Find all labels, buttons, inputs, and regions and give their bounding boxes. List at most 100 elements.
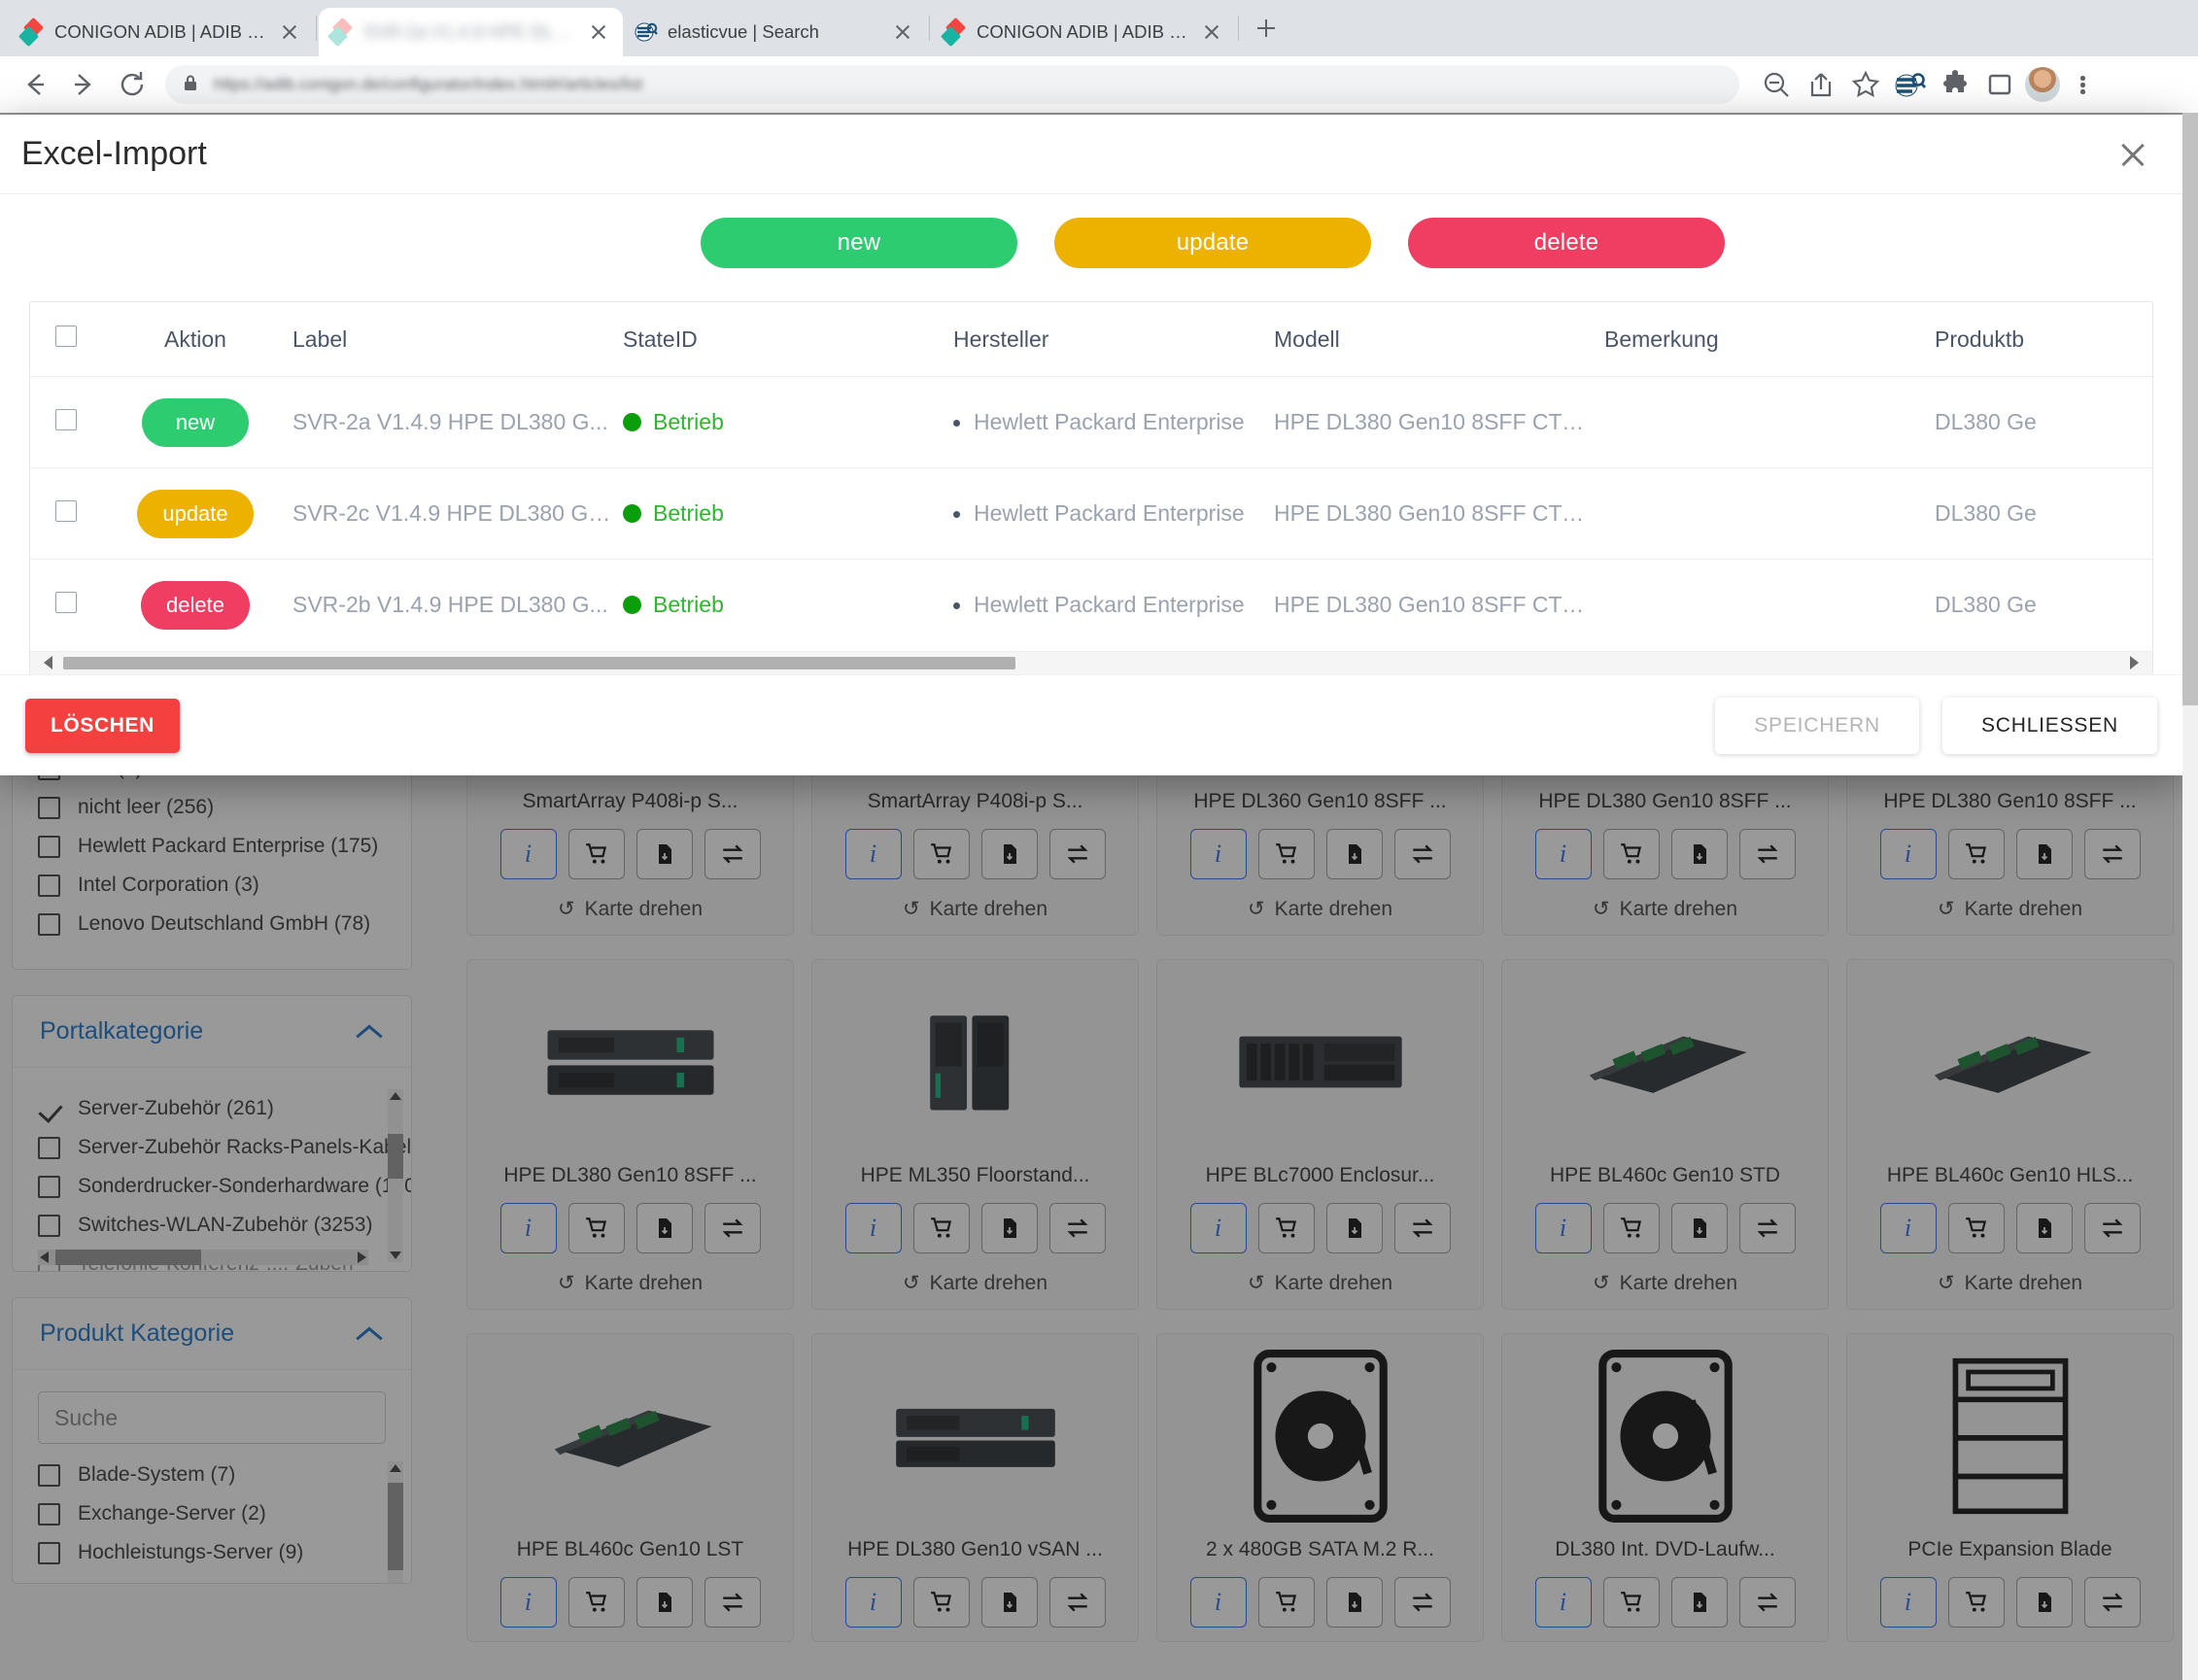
row-modell-cell: HPE DL380 Gen10 8SFF CTO S [1274, 377, 1604, 468]
row-modell-text: HPE DL380 Gen10 8SFF CTO S [1274, 409, 1604, 435]
import-preview-table: Aktion Label StateID Hersteller Modell B… [29, 301, 2153, 674]
dialog-footer-actions: SPEICHERN SCHLIESSEN [1715, 698, 2157, 754]
row-checkbox[interactable] [55, 500, 77, 522]
row-bemerkung-cell [1604, 468, 1935, 560]
column-header-aktion[interactable]: Aktion [98, 302, 292, 377]
address-bar[interactable]: https://adib.conigon.de/configurator/ind… [165, 65, 1739, 104]
dialog-footer: LÖSCHEN SPEICHERN SCHLIESSEN [0, 674, 2182, 775]
scroll-left-arrow-icon[interactable] [44, 656, 52, 669]
column-header-stateid[interactable]: StateID [623, 302, 953, 377]
tab-separator [1238, 16, 1239, 41]
row-label-cell: SVR-2a V1.4.9 HPE DL380 G... [292, 377, 623, 468]
browser-tab-4-close-icon[interactable] [1199, 19, 1224, 45]
browser-tab-1-title: CONIGON ADIB | ADIB Config [54, 21, 267, 43]
close-icon[interactable] [2105, 126, 2161, 183]
browser-tab-3[interactable]: elasticvue | Search [623, 8, 927, 56]
row-hersteller-text: Hewlett Packard Enterprise [974, 409, 1245, 434]
row-label-cell: SVR-2b V1.4.9 HPE DL380 G... [292, 560, 623, 651]
row-produkt-cell: DL380 Ge [1935, 468, 2152, 560]
side-panel-icon[interactable] [1980, 65, 2019, 104]
row-action-cell: update [98, 468, 292, 560]
row-action-badge[interactable]: new [142, 398, 249, 447]
elasticvue-favicon-icon [635, 20, 658, 44]
dialog-body: new update delete Aktion Label StateID H… [0, 194, 2182, 674]
new-tab-button[interactable] [1247, 9, 1286, 48]
conigon-favicon-icon [944, 20, 967, 44]
browser-tab-4-title: CONIGON ADIB | ADIB Config [977, 21, 1189, 43]
bullet-icon [953, 420, 960, 427]
browser-tab-4[interactable]: CONIGON ADIB | ADIB Config [932, 8, 1236, 56]
row-label-text: SVR-2a V1.4.9 HPE DL380 G... [292, 409, 623, 435]
row-label-cell: SVR-2c V1.4.9 HPE DL380 Ge... [292, 468, 623, 560]
row-hersteller-text: Hewlett Packard Enterprise [974, 500, 1245, 526]
column-header-modell[interactable]: Modell [1274, 302, 1604, 377]
column-header-hersteller[interactable]: Hersteller [953, 302, 1274, 377]
row-select-cell [30, 377, 98, 468]
forward-icon[interactable] [62, 63, 105, 106]
row-modell-text: HPE DL380 Gen10 8SFF CTO S [1274, 592, 1604, 618]
browser-tab-1[interactable]: CONIGON ADIB | ADIB Config [10, 8, 314, 56]
row-hersteller-text: Hewlett Packard Enterprise [974, 592, 1245, 617]
table-row[interactable]: new SVR-2a V1.4.9 HPE DL380 G... Betrieb… [30, 377, 2152, 468]
table-horizontal-scrollbar[interactable] [30, 651, 2152, 674]
scrollbar-thumb[interactable] [2182, 113, 2198, 705]
row-produkt-text: DL380 Ge [1935, 500, 2152, 527]
row-action-badge[interactable]: delete [141, 581, 250, 630]
status-badge: Betrieb [653, 409, 724, 434]
row-checkbox[interactable] [55, 409, 77, 430]
back-icon[interactable] [14, 63, 56, 106]
column-header-produktbezeichnung[interactable]: Produktb [1935, 302, 2152, 377]
table-row[interactable]: delete SVR-2b V1.4.9 HPE DL380 G... Betr… [30, 560, 2152, 651]
browser-tab-2[interactable]: SVR-2a V1.4.9 HPE DL380 [319, 8, 623, 56]
row-produkt-cell: DL380 Ge [1935, 560, 2152, 651]
page-title: Excel-Import [21, 135, 207, 173]
status-badge: Betrieb [653, 592, 724, 617]
browser-tab-3-title: elasticvue | Search [668, 21, 880, 43]
zoom-out-icon[interactable] [1757, 65, 1796, 104]
row-select-cell [30, 468, 98, 560]
select-all-checkbox[interactable] [55, 326, 77, 347]
browser-toolbar: https://adib.conigon.de/configurator/ind… [0, 56, 2198, 113]
tab-separator [316, 16, 317, 41]
schliessen-button[interactable]: SCHLIESSEN [1942, 698, 2157, 754]
new-button[interactable]: new [701, 218, 1017, 268]
scrollbar-thumb[interactable] [63, 657, 1015, 669]
row-action-cell: new [98, 377, 292, 468]
address-bar-url: https://adib.conigon.de/configurator/ind… [214, 75, 1724, 94]
browser-tab-2-title: SVR-2a V1.4.9 HPE DL380 [363, 21, 576, 43]
status-dot-icon [623, 504, 641, 523]
update-button[interactable]: update [1054, 218, 1371, 268]
elasticvue-extension-icon[interactable] [1891, 65, 1930, 104]
row-action-badge[interactable]: update [137, 490, 253, 538]
chrome-menu-icon[interactable] [2066, 65, 2099, 104]
lock-icon [181, 73, 200, 97]
profile-avatar[interactable] [2025, 67, 2060, 102]
row-modell-text: HPE DL380 Gen10 8SFF CTO S [1274, 500, 1604, 527]
scroll-right-arrow-icon[interactable] [2130, 656, 2139, 669]
row-state-cell: Betrieb [623, 468, 953, 560]
row-hersteller-cell: Hewlett Packard Enterprise [953, 560, 1274, 651]
row-modell-cell: HPE DL380 Gen10 8SFF CTO S [1274, 560, 1604, 651]
delete-button[interactable]: delete [1408, 218, 1725, 268]
loeschen-button[interactable]: LÖSCHEN [25, 699, 180, 753]
extensions-puzzle-icon[interactable] [1936, 65, 1975, 104]
tab-separator [929, 16, 930, 41]
row-bemerkung-cell [1604, 560, 1935, 651]
reload-icon[interactable] [111, 63, 154, 106]
page-vertical-scrollbar[interactable] [2182, 113, 2198, 1680]
bullet-icon [953, 602, 960, 609]
table-row[interactable]: update SVR-2c V1.4.9 HPE DL380 Ge... Bet… [30, 468, 2152, 560]
column-header-label[interactable]: Label [292, 302, 623, 377]
browser-tab-1-close-icon[interactable] [277, 19, 302, 45]
browser-chrome: CONIGON ADIB | ADIB Config SVR-2a V1.4.9… [0, 0, 2198, 113]
browser-tab-3-close-icon[interactable] [890, 19, 915, 45]
speichern-button[interactable]: SPEICHERN [1715, 698, 1919, 754]
status-badge: Betrieb [653, 500, 724, 526]
share-icon[interactable] [1802, 65, 1840, 104]
row-state-cell: Betrieb [623, 377, 953, 468]
bookmark-star-icon[interactable] [1846, 65, 1885, 104]
row-checkbox[interactable] [55, 592, 77, 613]
row-modell-cell: HPE DL380 Gen10 8SFF CTO S [1274, 468, 1604, 560]
column-header-bemerkung[interactable]: Bemerkung [1604, 302, 1935, 377]
browser-tab-2-close-icon[interactable] [586, 19, 611, 45]
